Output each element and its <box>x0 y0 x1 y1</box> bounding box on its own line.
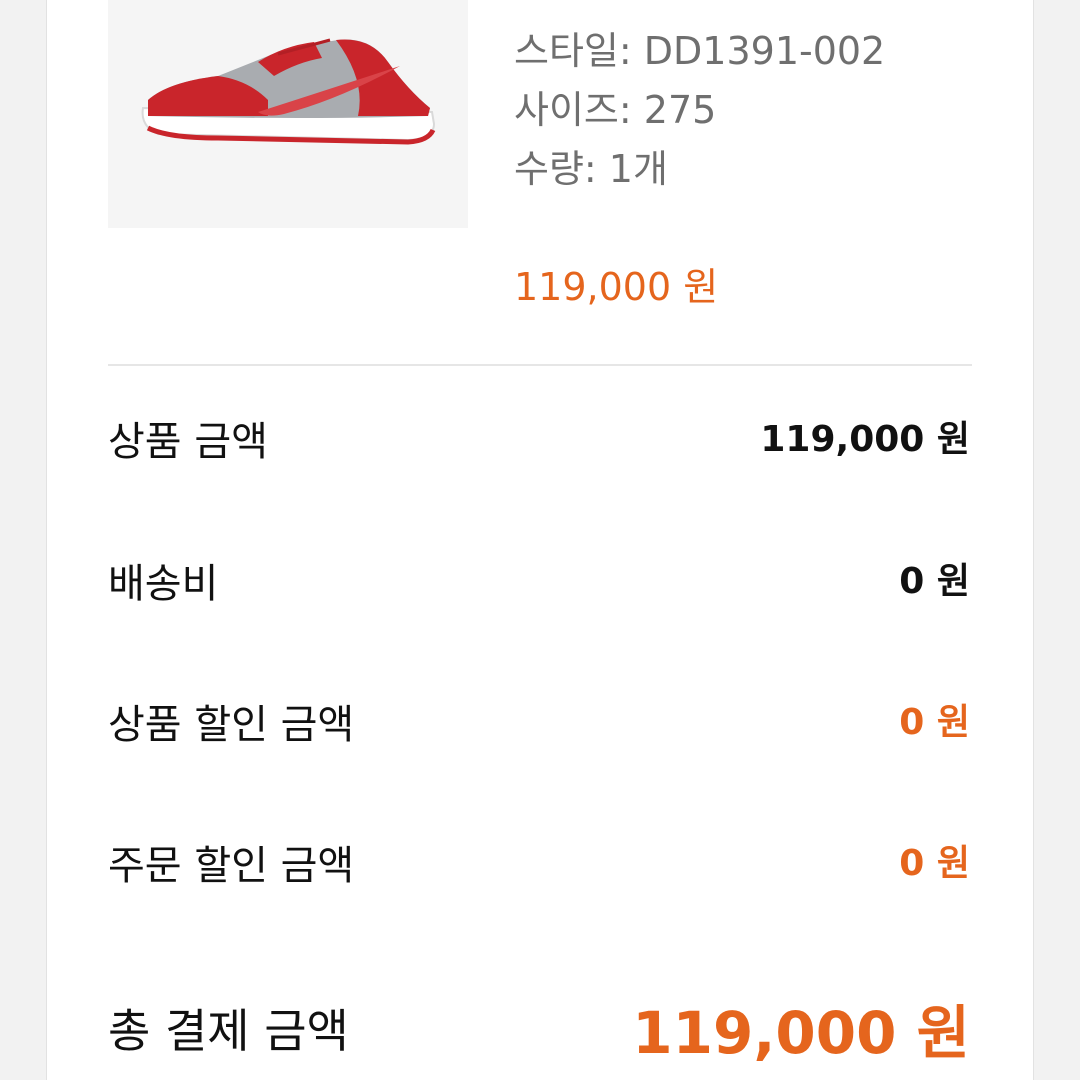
sneaker-illustration <box>141 38 436 145</box>
subtotal-value: 119,000 원 <box>760 419 970 460</box>
product-discount-label: 상품 할인 금액 <box>108 702 355 748</box>
product-style: 스타일: DD1391-002 <box>514 29 886 73</box>
order-discount-label: 주문 할인 금액 <box>108 843 355 889</box>
order-discount-value: 0 원 <box>899 843 970 884</box>
product-size: 사이즈: 275 <box>514 88 717 132</box>
product-price: 119,000 원 <box>514 265 719 309</box>
shipping-fee-label: 배송비 <box>108 561 219 607</box>
total-payment-value: 119,000 원 <box>632 999 970 1067</box>
total-payment-label: 총 결제 금액 <box>108 1004 349 1058</box>
product-quantity: 수량: 1개 <box>514 147 668 191</box>
subtotal-label: 상품 금액 <box>108 419 268 465</box>
shipping-fee-value: 0 원 <box>899 561 970 602</box>
divider <box>108 364 972 366</box>
product-discount-value: 0 원 <box>899 702 970 743</box>
product-image[interactable] <box>108 0 468 228</box>
